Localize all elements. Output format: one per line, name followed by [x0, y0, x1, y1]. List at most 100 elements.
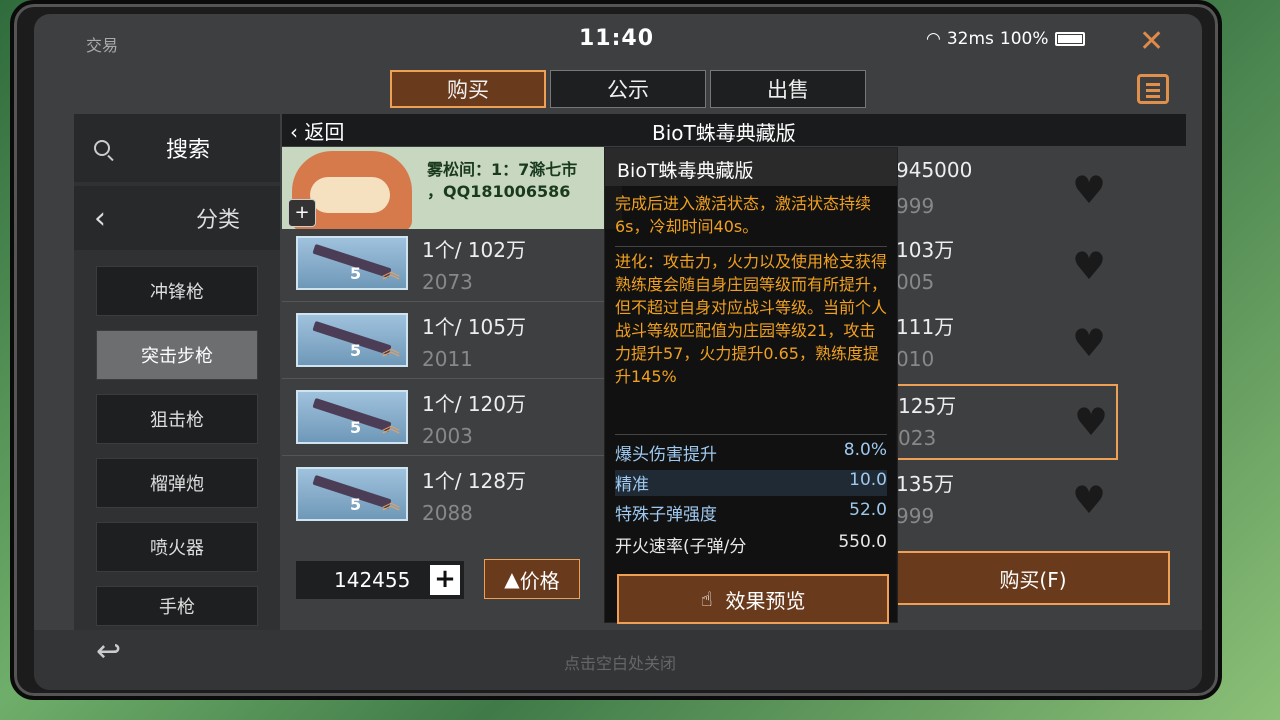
listing-row[interactable]: 135万 999 ♥: [896, 464, 1134, 536]
sort-price-button[interactable]: ▲ 价格: [484, 559, 580, 599]
listing-count: 010: [896, 347, 935, 371]
tooltip-para-1: 完成后进入激活状态，激活状态持续6s，冷却时间40s。: [615, 194, 872, 236]
listing-price: 1个/ 120万: [422, 392, 526, 416]
heart-icon[interactable]: ♥: [1072, 478, 1106, 522]
heart-icon[interactable]: ♥: [1072, 168, 1106, 212]
level-badge: 5: [350, 495, 362, 514]
divider: [615, 246, 887, 247]
category-smg[interactable]: 冲锋枪: [96, 266, 258, 316]
stat-row: 开火速率(子弹/分 550.0: [615, 532, 887, 558]
listing-row[interactable]: 5 ︽ 1个/ 128万 2088: [282, 461, 592, 533]
battery-text: 100%: [999, 29, 1049, 49]
listing-row[interactable]: 111万 010 ♥: [896, 307, 1134, 379]
category-assault-rifle[interactable]: 突击步枪: [96, 330, 258, 380]
listing-price: 125万: [898, 394, 957, 418]
listing-row[interactable]: 945000 999 ♥: [896, 154, 1134, 226]
stat-row: 特殊子弹强度 52.0: [615, 500, 887, 526]
category-pistol[interactable]: 手枪: [96, 586, 258, 626]
clipboard-icon[interactable]: [1137, 74, 1169, 104]
pointer-icon: ☝: [700, 587, 726, 611]
listing-count: 999: [896, 504, 935, 528]
stat-value: 8.0%: [843, 440, 887, 460]
category-toggle[interactable]: ‹ 分类: [74, 186, 280, 250]
listing-row[interactable]: 5 ︽ 1个/ 102万 2073: [282, 230, 612, 302]
listing-price: 945000: [896, 158, 973, 182]
weapon-thumbnail: 5 ︽: [296, 313, 408, 367]
banner-text: 雾松间：1：7滁七市 ，QQ181006586: [427, 159, 577, 203]
battery-icon: [1054, 32, 1085, 46]
listing-count: 999: [896, 194, 935, 218]
add-gold-button[interactable]: +: [430, 565, 460, 595]
banner-line-1: 雾松间：1：7滁七市: [427, 160, 578, 179]
heart-icon[interactable]: ♥: [1074, 400, 1108, 444]
preview-label: 效果预览: [725, 588, 806, 613]
category-grenade-launcher[interactable]: 榴弹炮: [96, 458, 258, 508]
listing-count: 2088: [422, 501, 473, 525]
tab-notice[interactable]: 公示: [550, 70, 706, 108]
level-badge: 5: [350, 341, 362, 360]
listing-price: 1个/ 128万: [422, 469, 526, 493]
banner-line-2: ，QQ181006586: [427, 182, 571, 201]
heart-icon[interactable]: ♥: [1072, 321, 1106, 365]
category-flamethrower[interactable]: 喷火器: [96, 522, 258, 572]
divider: [282, 378, 612, 379]
heart-icon[interactable]: ♥: [1072, 244, 1106, 288]
level-badge: 5: [350, 264, 362, 283]
top-tabs: 购买 公示 出售: [390, 70, 866, 108]
clock: 11:40: [579, 26, 655, 51]
listing-count: 2011: [422, 347, 473, 371]
promo-banner: 雾松间：1：7滁七市 ，QQ181006586 +: [282, 147, 622, 229]
tab-buy[interactable]: 购买: [390, 70, 546, 108]
gold-amount: 142455: [334, 568, 411, 592]
stat-name: 精准: [615, 475, 649, 495]
listing-row[interactable]: 5 ︽ 1个/ 105万 2011: [282, 307, 612, 379]
divider: [615, 434, 887, 435]
stat-row: 爆头伤害提升 8.0%: [615, 440, 887, 466]
rank-chevron-icon: ︽: [382, 493, 400, 514]
tooltip-title: BioT蛛毒典藏版: [617, 160, 754, 182]
gold-balance: 142455 +: [296, 561, 464, 599]
listing-count: 023: [898, 426, 937, 450]
tab-sell[interactable]: 出售: [710, 70, 866, 108]
stat-value: 10.0: [849, 470, 887, 490]
rank-chevron-icon: ︽: [382, 416, 400, 437]
listing-price: 103万: [896, 238, 955, 262]
weapon-thumbnail: 5 ︽: [296, 467, 408, 521]
tooltip-para-2: 进化：攻击力，火力以及使用枪支获得熟练度会随自身庄园等级而有所提升，但不超过自身…: [615, 252, 888, 386]
level-badge: 5: [350, 418, 362, 437]
wifi-icon: ◠: [926, 29, 941, 49]
undo-icon[interactable]: ↩: [96, 634, 121, 669]
back-button[interactable]: ‹ 返回: [290, 116, 344, 145]
divider: [282, 301, 612, 302]
add-friend-icon[interactable]: +: [288, 199, 316, 227]
effect-preview-button[interactable]: ☝ 效果预览: [617, 574, 889, 624]
stat-name: 特殊子弹强度: [615, 505, 717, 525]
item-header: ‹ 返回 BioT蛛毒典藏版: [282, 114, 1186, 146]
divider: [282, 455, 612, 456]
item-tooltip: BioT蛛毒典藏版 完成后进入激活状态，激活状态持续6s，冷却时间40s。 进化…: [604, 147, 898, 624]
close-icon[interactable]: ✕: [1139, 24, 1164, 59]
status-bar: 交易 11:40 ◠ 32ms 100% ✕: [34, 14, 1202, 64]
listing-price: 1个/ 102万: [422, 238, 526, 262]
category-sniper[interactable]: 狙击枪: [96, 394, 258, 444]
stat-value: 550.0: [838, 532, 887, 552]
chevron-left-icon: ‹: [94, 200, 106, 236]
weapon-thumbnail: 5 ︽: [296, 236, 408, 290]
stat-name: 开火速率(子弹/分: [615, 537, 747, 557]
stat-name: 爆头伤害提升: [615, 445, 717, 465]
sidebar: 搜索 ‹ 分类 冲锋枪 突击步枪 狙击枪 榴弹炮 喷火器 手枪: [74, 114, 280, 644]
weapon-thumbnail: 5 ︽: [296, 390, 408, 444]
rank-chevron-icon: ︽: [382, 339, 400, 360]
listing-count: 005: [896, 270, 935, 294]
buy-button[interactable]: 购买(F): [896, 551, 1170, 605]
search-icon: [94, 140, 110, 156]
listing-count: 2073: [422, 270, 473, 294]
listing-row[interactable]: 5 ︽ 1个/ 120万 2003: [282, 384, 612, 456]
listing-row-selected[interactable]: 125万 023 ♥: [896, 384, 1118, 460]
item-title: BioT蛛毒典藏版: [652, 121, 796, 145]
listing-count: 2003: [422, 424, 473, 448]
search-button[interactable]: 搜索: [74, 114, 280, 182]
sort-label: 价格: [519, 568, 560, 593]
listing-row[interactable]: 103万 005 ♥: [896, 230, 1134, 302]
listing-price: 135万: [896, 472, 955, 496]
